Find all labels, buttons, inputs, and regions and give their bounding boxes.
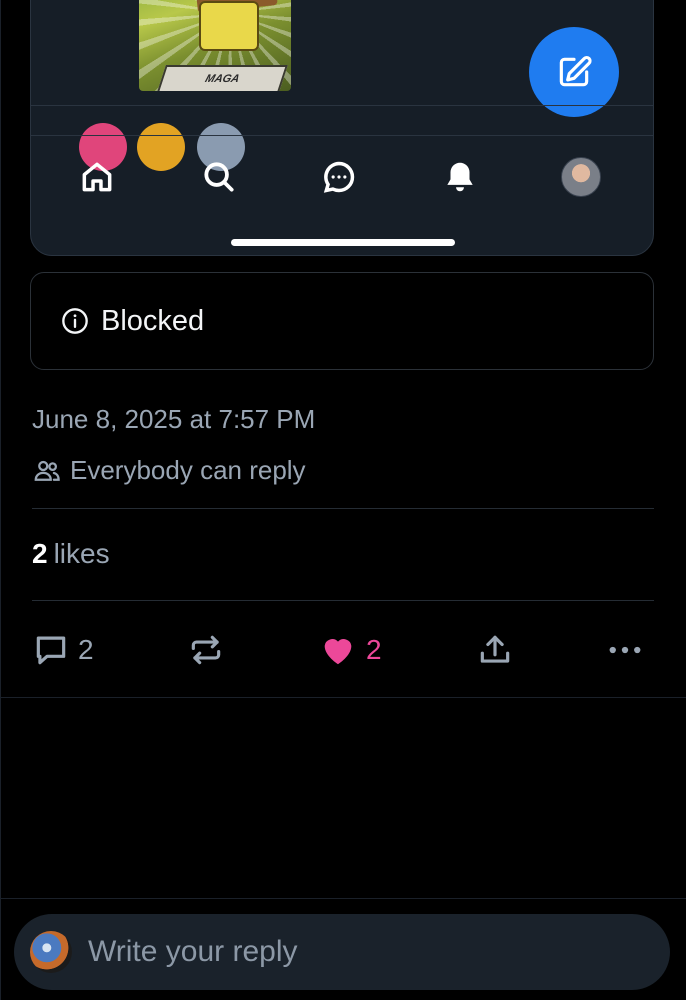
avatar — [30, 931, 72, 973]
comment-icon — [36, 636, 66, 665]
share-icon — [480, 635, 510, 663]
blocked-notice: Blocked — [30, 272, 654, 370]
like-button[interactable]: 2 — [318, 628, 382, 672]
meme-caption: MAGA — [156, 65, 288, 91]
post-action-bar: 2 2 — [0, 620, 686, 680]
chat-icon — [323, 161, 355, 193]
bottom-tab-bar — [31, 135, 653, 215]
tab-notifications[interactable] — [440, 157, 480, 197]
share-button[interactable] — [476, 628, 514, 672]
likes-summary[interactable]: 2 likes — [32, 538, 110, 570]
reply-composer[interactable]: Write your reply — [14, 914, 670, 990]
more-options-button[interactable] — [604, 628, 646, 672]
tab-search[interactable] — [199, 157, 239, 197]
embedded-screenshot[interactable]: MAGA — [30, 0, 654, 256]
divider — [0, 898, 686, 899]
compose-button[interactable] — [529, 27, 619, 117]
divider — [32, 600, 654, 601]
home-icon — [82, 162, 112, 192]
blocked-label: Blocked — [101, 304, 205, 337]
post-timestamp: June 8, 2025 at 7:57 PM — [32, 404, 316, 434]
more-icon — [609, 646, 641, 654]
compose-icon — [559, 56, 592, 87]
reply-count: 2 — [78, 634, 94, 665]
bell-icon — [447, 162, 473, 192]
search-icon — [204, 162, 234, 192]
tab-home[interactable] — [77, 157, 117, 197]
reply-button[interactable]: 2 — [32, 628, 94, 672]
left-border — [0, 0, 1, 1000]
reply-input-placeholder[interactable]: Write your reply — [88, 935, 298, 969]
reply-setting[interactable]: Everybody can reply — [32, 455, 306, 486]
divider — [0, 697, 686, 698]
likes-count: 2 — [32, 538, 48, 569]
repost-button[interactable] — [187, 628, 225, 672]
avatar — [561, 157, 601, 197]
info-icon — [62, 308, 88, 334]
home-indicator — [231, 239, 455, 246]
tab-chat[interactable] — [319, 157, 359, 197]
people-icon — [34, 460, 60, 481]
likes-label: likes — [53, 538, 110, 569]
divider — [32, 508, 654, 509]
heart-icon — [324, 639, 352, 665]
meme-image: MAGA — [139, 0, 291, 91]
tab-profile[interactable] — [561, 157, 601, 197]
reply-setting-label: Everybody can reply — [70, 455, 306, 485]
like-count: 2 — [366, 634, 382, 665]
repost-icon — [191, 635, 221, 665]
